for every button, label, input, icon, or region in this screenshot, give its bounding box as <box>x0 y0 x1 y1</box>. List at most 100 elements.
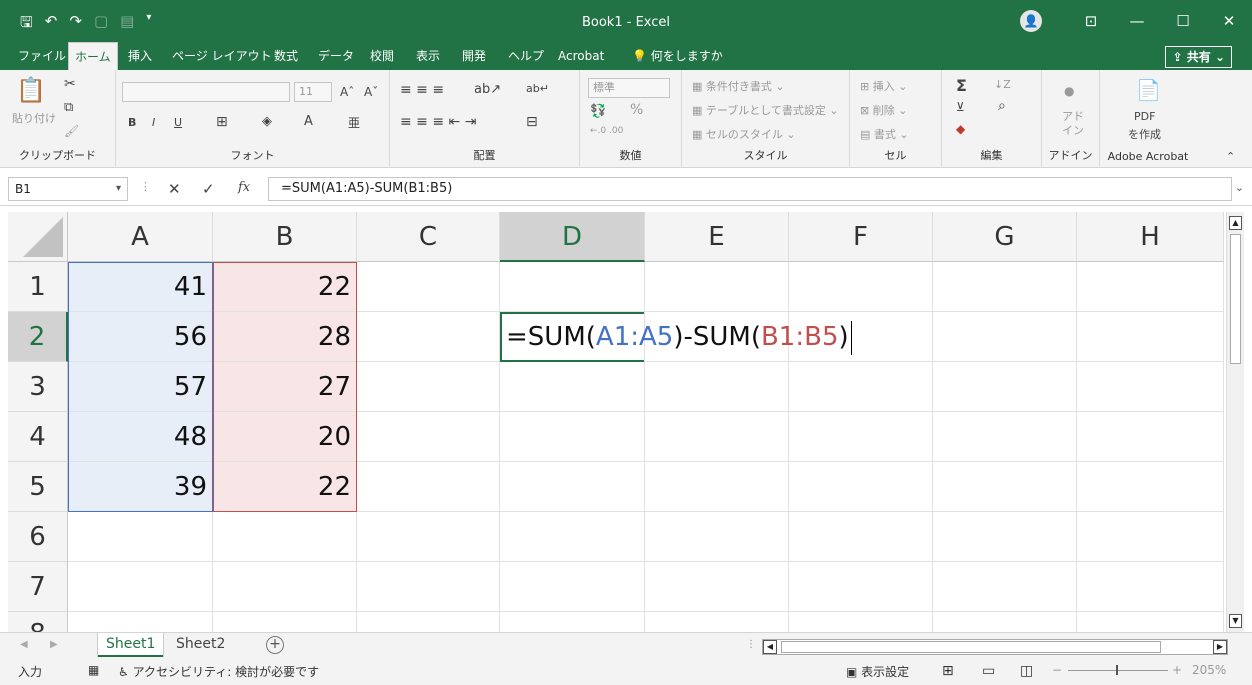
cell-g1[interactable] <box>933 262 1077 312</box>
find-select-icon[interactable]: ⌕ <box>998 98 1006 114</box>
phonetic-icon[interactable]: 亜 <box>348 114 360 131</box>
tab-developer[interactable]: 開発 <box>456 42 492 70</box>
tab-file[interactable]: ファイル <box>12 42 72 70</box>
underline-button[interactable]: U <box>174 116 182 129</box>
tab-formulas[interactable]: 数式 <box>268 42 304 70</box>
cell-h2[interactable] <box>1077 312 1224 362</box>
cell-d3[interactable] <box>500 362 645 412</box>
currency-icon[interactable]: 💱 <box>590 104 606 119</box>
cell-e5[interactable] <box>645 462 789 512</box>
cell-c8[interactable] <box>357 612 500 632</box>
cell-b8[interactable] <box>213 612 357 632</box>
sort-filter-icon[interactable]: ↓Z <box>994 78 1011 91</box>
cell-g3[interactable] <box>933 362 1077 412</box>
cell-f4[interactable] <box>789 412 933 462</box>
zoom-slider[interactable] <box>1068 670 1168 671</box>
pdf-label[interactable]: PDF <box>1134 110 1155 123</box>
copy-icon[interactable]: ⧉ <box>64 100 73 115</box>
cell-c4[interactable] <box>357 412 500 462</box>
cell-e4[interactable] <box>645 412 789 462</box>
display-settings-button[interactable]: ▣ 表示設定 <box>846 663 909 680</box>
cell-e3[interactable] <box>645 362 789 412</box>
cell-h1[interactable] <box>1077 262 1224 312</box>
row-header-4[interactable]: 4 <box>8 412 68 462</box>
cell-b5[interactable]: 22 <box>213 462 357 512</box>
paste-icon[interactable]: 📋 <box>16 76 46 104</box>
cell-c7[interactable] <box>357 562 500 612</box>
maximize-button[interactable]: ☐ <box>1160 12 1206 30</box>
tab-view[interactable]: 表示 <box>410 42 446 70</box>
cell-b3[interactable]: 27 <box>213 362 357 412</box>
cell-g4[interactable] <box>933 412 1077 462</box>
conditional-formatting-button[interactable]: ▦ 条件付き書式 ⌄ <box>692 78 785 94</box>
column-header-f[interactable]: F <box>789 212 933 262</box>
cell-g5[interactable] <box>933 462 1077 512</box>
cell-h3[interactable] <box>1077 362 1224 412</box>
sheet-prev-icon[interactable]: ◀ <box>20 639 28 650</box>
cell-h8[interactable] <box>1077 612 1224 632</box>
font-color-icon[interactable]: A <box>304 114 313 129</box>
cancel-icon[interactable]: ✕ <box>168 180 181 198</box>
select-all-corner[interactable] <box>8 212 68 262</box>
share-button[interactable]: ⇪ 共有 ⌄ <box>1165 46 1232 68</box>
tell-me-search[interactable]: 💡 何をしますか <box>626 42 729 70</box>
row-header-2[interactable]: 2 <box>8 312 68 362</box>
decrease-font-icon[interactable]: Aˇ <box>364 85 378 99</box>
splitter-icon[interactable]: ⋮ <box>746 639 756 650</box>
italic-button[interactable]: I <box>152 116 155 129</box>
paste-label[interactable]: 貼り付け <box>12 110 56 126</box>
zoom-in-icon[interactable]: + <box>1172 663 1182 677</box>
cell-g2[interactable] <box>933 312 1077 362</box>
row-header-7[interactable]: 7 <box>8 562 68 612</box>
cell-a4[interactable]: 48 <box>68 412 213 462</box>
tab-review[interactable]: 校閲 <box>364 42 400 70</box>
vertical-scroll-thumb[interactable] <box>1230 234 1241 364</box>
cut-icon[interactable]: ✂ <box>64 76 76 92</box>
percent-button[interactable]: % <box>630 102 643 118</box>
column-header-a[interactable]: A <box>68 212 213 262</box>
cell-c1[interactable] <box>357 262 500 312</box>
tab-page-layout[interactable]: ページ レイアウト <box>166 42 278 70</box>
cell-d5[interactable] <box>500 462 645 512</box>
insert-cells-button[interactable]: ⊞ 挿入 ⌄ <box>860 78 907 94</box>
cell-c3[interactable] <box>357 362 500 412</box>
cell-f5[interactable] <box>789 462 933 512</box>
tab-insert[interactable]: 挿入 <box>122 42 158 70</box>
cell-a2[interactable]: 56 <box>68 312 213 362</box>
format-painter-icon[interactable]: 🖌 <box>64 124 79 138</box>
row-header-8[interactable]: 8 <box>8 612 68 632</box>
tab-home[interactable]: ホーム <box>68 42 118 70</box>
cell-d6[interactable] <box>500 512 645 562</box>
cell-h6[interactable] <box>1077 512 1224 562</box>
delete-cells-button[interactable]: ⊠ 削除 ⌄ <box>860 102 907 118</box>
zoom-slider-thumb[interactable] <box>1116 665 1118 675</box>
cell-a8[interactable] <box>68 612 213 632</box>
cell-e8[interactable] <box>645 612 789 632</box>
cell-h7[interactable] <box>1077 562 1224 612</box>
number-format-combo[interactable]: 標準 <box>588 78 670 98</box>
font-size-combo[interactable]: 11 <box>294 82 332 102</box>
pdf-icon[interactable]: 📄 <box>1136 78 1161 102</box>
create-pdf-label[interactable]: を作成 <box>1128 126 1161 142</box>
increase-font-icon[interactable]: Aˆ <box>340 85 354 99</box>
cell-c5[interactable] <box>357 462 500 512</box>
horizontal-scroll-thumb[interactable] <box>781 641 1161 653</box>
column-header-h[interactable]: H <box>1077 212 1224 262</box>
clear-icon[interactable]: ◆ <box>956 122 965 136</box>
cell-f3[interactable] <box>789 362 933 412</box>
worksheet-grid[interactable]: A B C D E F G H 1 2 3 4 5 6 7 8 41225628… <box>8 212 1224 632</box>
row-header-5[interactable]: 5 <box>8 462 68 512</box>
enter-icon[interactable]: ✓ <box>202 180 215 198</box>
macro-record-icon[interactable]: ▦ <box>88 663 99 677</box>
page-break-view-icon[interactable]: ◫ <box>1020 663 1033 679</box>
name-box[interactable]: B1 ▾ <box>8 177 128 201</box>
account-avatar-icon[interactable]: 👤 <box>1020 10 1042 32</box>
tab-help[interactable]: ヘルプ <box>502 42 550 70</box>
scroll-left-icon[interactable]: ◀ <box>763 640 777 654</box>
wrap-text-icon[interactable]: ab↵ <box>526 82 549 95</box>
cell-e6[interactable] <box>645 512 789 562</box>
merge-center-icon[interactable]: ⊟ <box>526 114 538 130</box>
align-left-icon[interactable]: ≡ ≡ ≡ ⇤ ⇥ <box>400 114 476 130</box>
cell-e1[interactable] <box>645 262 789 312</box>
expand-formula-icon[interactable]: ⌄ <box>1235 181 1244 194</box>
